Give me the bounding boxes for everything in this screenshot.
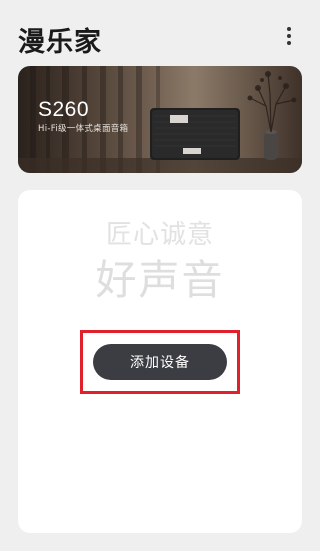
more-options-button[interactable] — [278, 24, 300, 48]
app-title: 漫乐家 — [18, 27, 102, 58]
more-vertical-icon — [287, 27, 291, 31]
banner-subtitle: Hi-Fi级一体式桌面音箱 — [38, 124, 129, 134]
add-device-button[interactable]: 添加设备 — [93, 344, 227, 380]
product-banner[interactable]: S260 Hi-Fi级一体式桌面音箱 — [18, 66, 302, 173]
slogan-line-2: 好声音 — [95, 256, 225, 304]
app-header: 漫乐家 — [0, 0, 320, 66]
banner-title: S260 — [38, 98, 90, 121]
